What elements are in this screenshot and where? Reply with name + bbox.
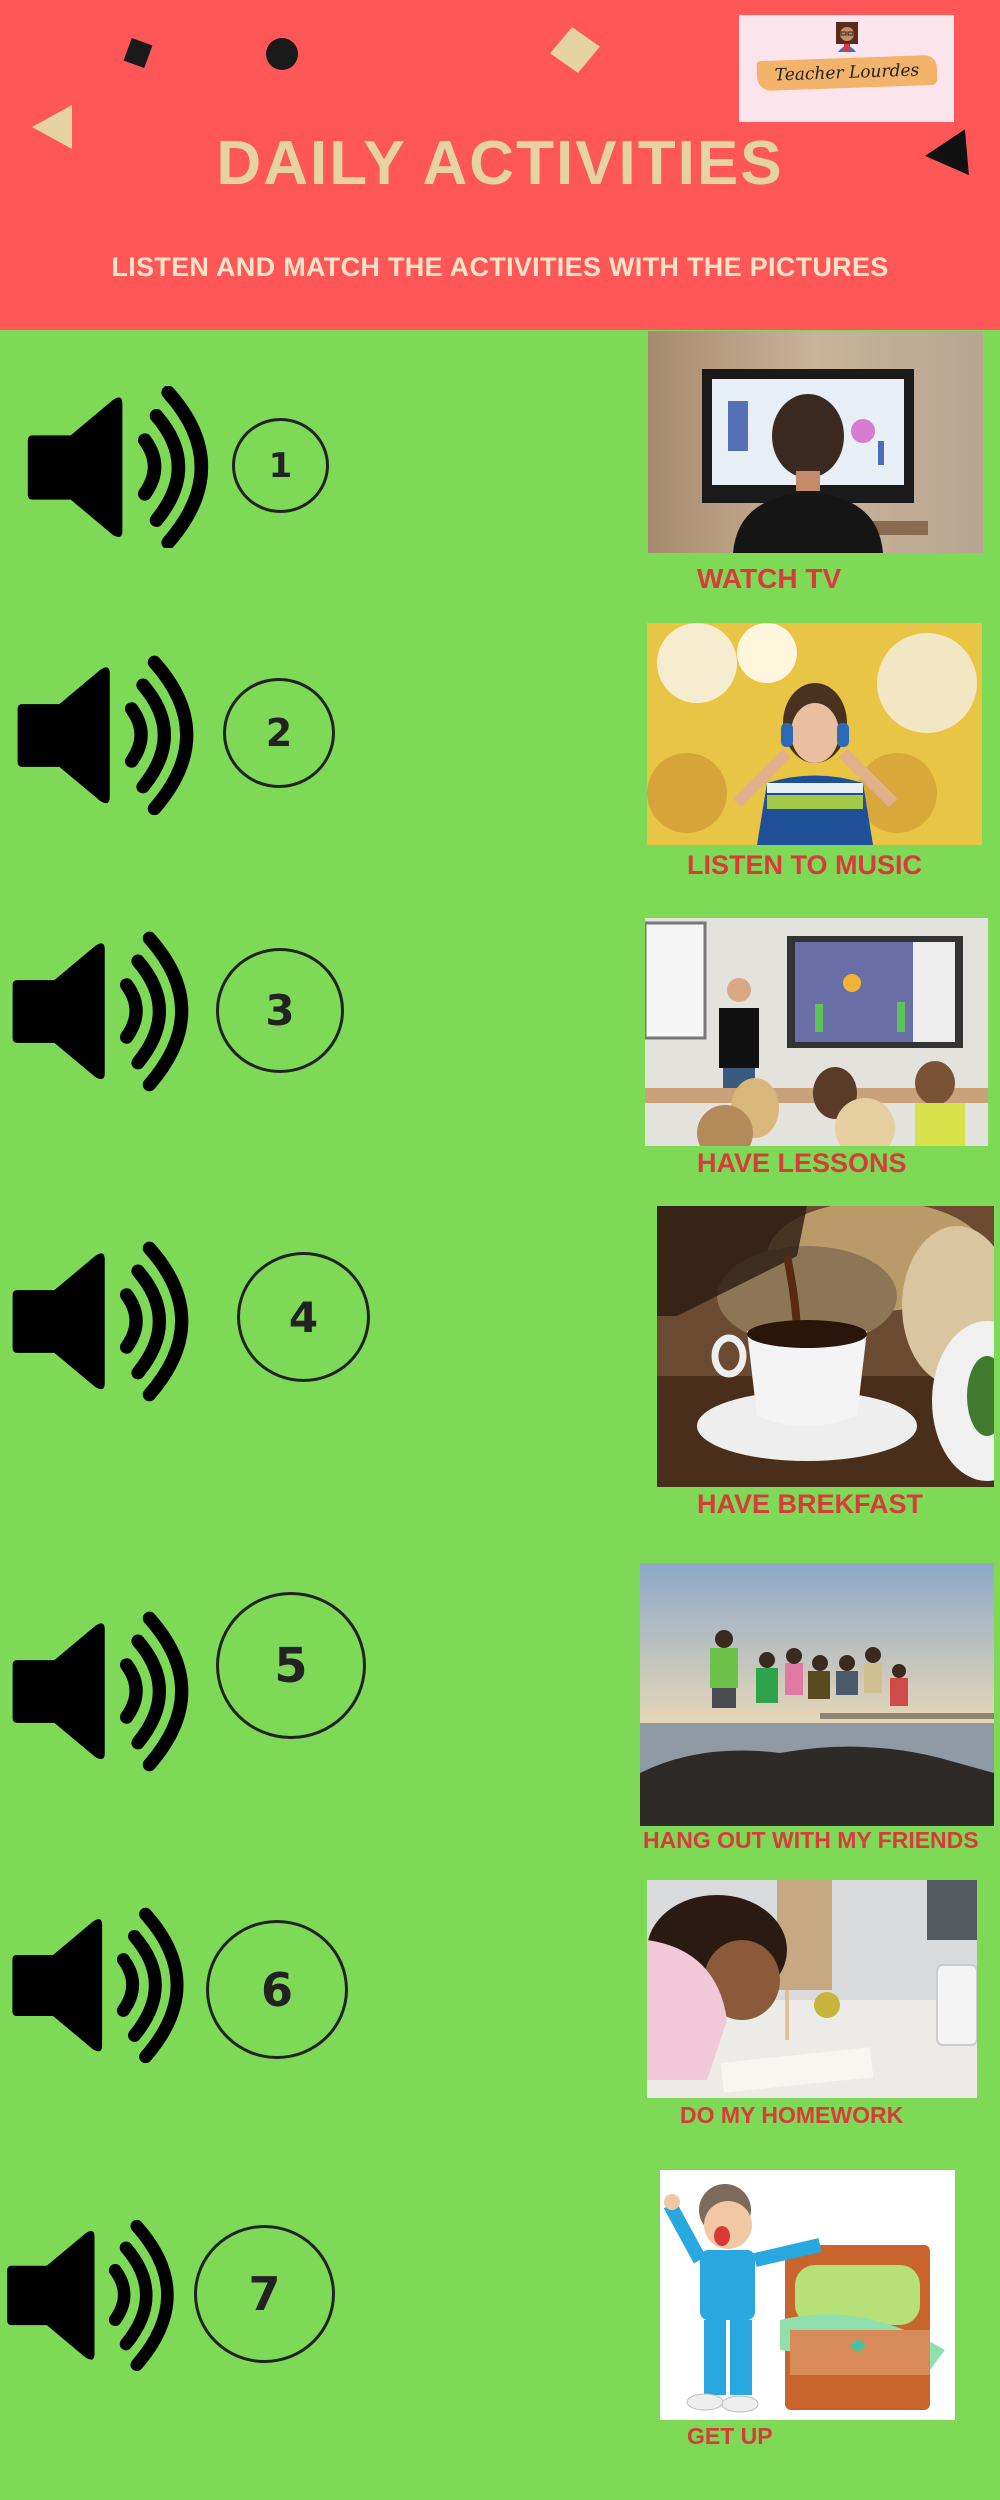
caption-have-lessons: HAVE LESSONS bbox=[697, 1148, 907, 1178]
header-banner: Teacher Lourdes DAILY ACTIVITIES LISTEN … bbox=[0, 0, 1000, 330]
picture-hang-out-with-friends bbox=[640, 1563, 994, 1826]
decor-beige-diamond bbox=[550, 27, 600, 73]
caption-watch-tv: WATCH TV bbox=[697, 563, 842, 594]
caption-get-up: GET UP bbox=[687, 2423, 773, 2449]
number-circle: 6 bbox=[206, 1920, 348, 2059]
picture-get-up bbox=[660, 2170, 955, 2420]
speaker-volume-icon[interactable] bbox=[0, 2215, 180, 2375]
picture-listen-to-music bbox=[647, 623, 982, 845]
caption-do-my-homework: DO MY HOMEWORK bbox=[680, 2102, 904, 2128]
number-circle: 1 bbox=[232, 418, 329, 513]
caption-hang-out-with-friends: HANG OUT WITH MY FRIENDS bbox=[643, 1827, 979, 1853]
number-circle: 7 bbox=[194, 2225, 335, 2363]
caption-listen-to-music: LISTEN TO MUSIC bbox=[687, 850, 923, 880]
speaker-volume-icon[interactable] bbox=[5, 1905, 190, 2065]
page-title: DAILY ACTIVITIES bbox=[216, 129, 784, 198]
picture-have-lessons bbox=[645, 918, 988, 1146]
logo-text: Teacher Lourdes bbox=[756, 54, 937, 92]
picture-watch-tv bbox=[648, 331, 983, 553]
avatar-icon bbox=[832, 22, 862, 52]
speaker-volume-icon[interactable] bbox=[20, 386, 215, 548]
teacher-logo: Teacher Lourdes bbox=[739, 15, 954, 122]
item-number: 5 bbox=[274, 1637, 308, 1694]
caption-have-breakfast: HAVE BREKFAST bbox=[697, 1489, 924, 1519]
picture-do-my-homework bbox=[647, 1880, 977, 2098]
item-number: 7 bbox=[248, 2267, 281, 2321]
number-circle: 3 bbox=[216, 948, 344, 1073]
speaker-volume-icon[interactable] bbox=[10, 655, 200, 815]
speaker-volume-icon[interactable] bbox=[5, 1240, 195, 1402]
item-number: 6 bbox=[260, 1962, 293, 2017]
item-number: 3 bbox=[265, 986, 295, 1035]
number-circle: 2 bbox=[223, 678, 335, 788]
item-number: 4 bbox=[288, 1292, 319, 1342]
speaker-volume-icon[interactable] bbox=[5, 930, 195, 1092]
number-circle: 4 bbox=[237, 1252, 370, 1382]
item-number: 1 bbox=[268, 445, 293, 486]
speaker-volume-icon[interactable] bbox=[5, 1610, 195, 1772]
decor-black-circle bbox=[266, 38, 298, 70]
decor-black-square bbox=[123, 37, 153, 69]
picture-have-breakfast bbox=[657, 1206, 994, 1487]
page-subtitle: LISTEN AND MATCH THE ACTIVITIES WITH THE… bbox=[111, 252, 889, 282]
number-circle: 5 bbox=[216, 1592, 366, 1739]
item-number: 2 bbox=[265, 711, 293, 755]
